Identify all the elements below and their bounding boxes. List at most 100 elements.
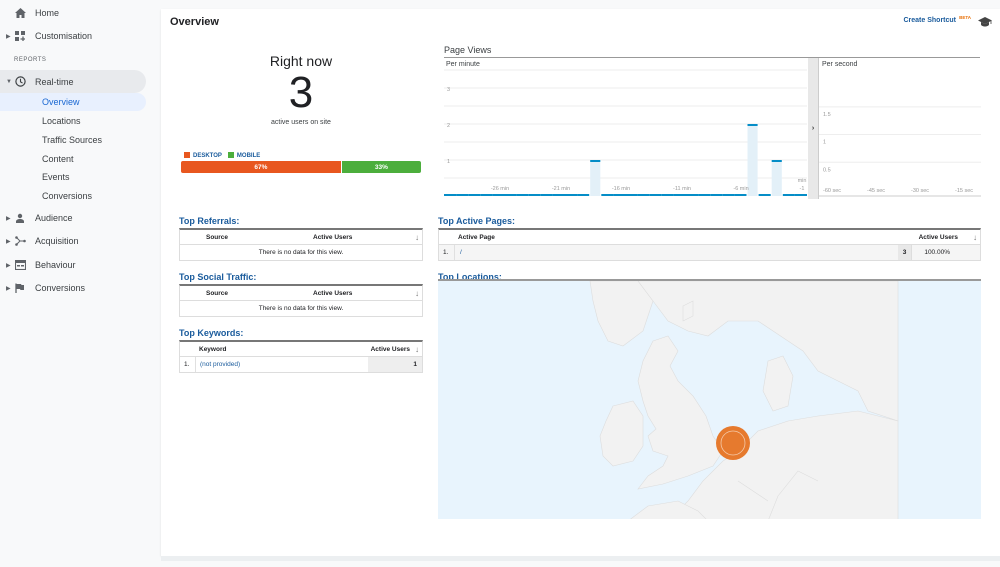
sidebar-item-label: Audience	[35, 213, 73, 223]
bar-zero	[577, 194, 590, 196]
sort-down-icon[interactable]: ↓	[973, 233, 977, 242]
bar-zero	[516, 194, 529, 196]
top-social-title: Top Social Traffic:	[179, 272, 257, 282]
bar-zero	[661, 194, 674, 196]
caret-down-icon: ▼	[6, 78, 12, 85]
bar-zero	[480, 194, 493, 196]
bar-zero	[673, 194, 686, 196]
sidebar-subitem-label: Traffic Sources	[42, 135, 103, 145]
x-tick-label: -21 min	[552, 186, 570, 192]
x-tick-label: -16 min	[612, 186, 630, 192]
sidebar-item-conversions[interactable]: ▶ Conversions	[0, 277, 146, 299]
caret-right-icon: ▶	[6, 238, 11, 245]
column-active-users[interactable]: Active Users	[371, 346, 410, 353]
column-active-page[interactable]: Active Page	[458, 234, 495, 241]
bar-zero	[540, 194, 553, 196]
right-now-title: Right now	[269, 53, 333, 69]
bar-zero	[625, 194, 638, 196]
row-number: 1.	[180, 357, 196, 372]
x-tick-label: -26 min	[491, 186, 509, 192]
x-tick-label: -45 sec	[867, 188, 885, 194]
bar-zero	[601, 194, 614, 196]
sidebar-item-label: Home	[35, 8, 60, 18]
bar-zero	[637, 194, 650, 196]
table-row: 1. / 3 100.00%	[439, 245, 980, 260]
x-tick-label: -11 min	[673, 186, 691, 192]
desktop-segment: 67%	[181, 161, 342, 173]
bar-zero	[492, 194, 505, 196]
map-edge	[898, 281, 981, 519]
active-users-count: 3	[288, 68, 314, 117]
page-link[interactable]: /	[460, 249, 462, 256]
graduation-cap-icon[interactable]	[978, 14, 992, 27]
mobile-segment: 33%	[341, 161, 421, 173]
clock-icon	[14, 76, 26, 88]
y-tick-label: 2	[447, 123, 450, 129]
bar-cap	[771, 160, 782, 162]
y-tick-label: 1.5	[823, 112, 831, 118]
bar-zero	[565, 194, 578, 196]
caret-right-icon: ▶	[6, 33, 11, 40]
page-views-chart: 1 2 3 -26 min -21 min -16 min -11 min -6 min min…	[444, 57, 981, 199]
caret-right-icon: ▶	[6, 215, 11, 222]
chevron-right-icon: ›	[811, 125, 815, 132]
x-tick-label: -1	[800, 186, 805, 192]
sidebar-item-label: Real-time	[35, 76, 74, 87]
column-active-users[interactable]: Active Users	[313, 234, 352, 241]
sidebar-subitem-conversions[interactable]: Conversions	[0, 187, 146, 205]
page-title: Overview	[170, 16, 219, 28]
dashboard-grid-icon	[14, 30, 26, 42]
sidebar-item-label: Acquisition	[35, 236, 79, 246]
sort-down-icon[interactable]: ↓	[415, 345, 419, 354]
sort-down-icon[interactable]: ↓	[415, 233, 419, 242]
sort-down-icon[interactable]: ↓	[415, 289, 419, 298]
per-second-svg: 0.5 1 1.5 -60 sec -45 sec -30 sec -15 sec	[819, 106, 981, 197]
bar-zero	[552, 194, 565, 196]
chart-toggle-handle[interactable]: ›	[808, 58, 818, 199]
sidebar-item-acquisition[interactable]: ▶ Acquisition	[0, 230, 146, 252]
sidebar-item-realtime[interactable]: ▼ Real-time	[0, 70, 146, 93]
map-land-britain	[637, 335, 724, 490]
sidebar-item-label: Customisation	[35, 31, 93, 41]
page-views-title: Page Views	[444, 45, 492, 55]
y-tick-label: 1	[447, 159, 450, 165]
bar-fill	[771, 160, 782, 196]
table-row: 1. (not provided) 1	[180, 357, 422, 372]
y-tick-label: 0.5	[823, 167, 831, 173]
footer-bar	[161, 556, 1000, 561]
column-source[interactable]: Source	[206, 234, 228, 241]
sidebar-subitem-traffic-sources[interactable]: Traffic Sources	[0, 131, 146, 149]
sidebar-subitem-content[interactable]: Content	[0, 150, 146, 168]
map-svg	[589, 281, 981, 519]
column-keyword[interactable]: Keyword	[199, 346, 226, 353]
sidebar-subitem-locations[interactable]: Locations	[0, 112, 146, 130]
column-source[interactable]: Source	[206, 290, 228, 297]
reports-section-label: REPORTS	[14, 57, 47, 63]
x-tick-label: min	[798, 178, 807, 184]
create-shortcut-link[interactable]: Create Shortcut	[903, 17, 956, 24]
sidebar-item-home[interactable]: Home	[0, 2, 146, 24]
sidebar-item-audience[interactable]: ▶ Audience	[0, 207, 146, 229]
per-minute-label: Per minute	[446, 61, 480, 68]
legend-desktop: DESKTOP	[184, 152, 222, 159]
x-tick-label: -60 sec	[823, 188, 841, 194]
sidebar-subitem-label: Locations	[42, 116, 81, 126]
bar-zero	[794, 194, 807, 196]
keyword-link[interactable]: (not provided)	[200, 361, 240, 368]
sidebar-subitem-events[interactable]: Events	[0, 168, 146, 186]
bar-zero	[698, 194, 711, 196]
sidebar-item-label: Behaviour	[35, 260, 76, 270]
empty-row: There is no data for this view.	[258, 249, 344, 256]
sidebar-item-customisation[interactable]: ▶ Customisation	[0, 25, 146, 47]
top-keywords-title: Top Keywords:	[179, 328, 244, 338]
device-split-bar: 67% 33%	[181, 161, 421, 173]
column-active-users[interactable]: Active Users	[919, 234, 958, 241]
bar-zero	[722, 194, 735, 196]
bar-zero	[686, 194, 699, 196]
sidebar-item-behaviour[interactable]: ▶ Behaviour	[0, 254, 146, 276]
sidebar-subitem-overview[interactable]: Overview	[0, 93, 146, 111]
empty-row: There is no data for this view.	[258, 305, 344, 312]
locations-map[interactable]	[438, 279, 981, 519]
column-active-users[interactable]: Active Users	[313, 290, 352, 297]
right-now-widget: Right now 3 active users on site	[181, 53, 421, 126]
